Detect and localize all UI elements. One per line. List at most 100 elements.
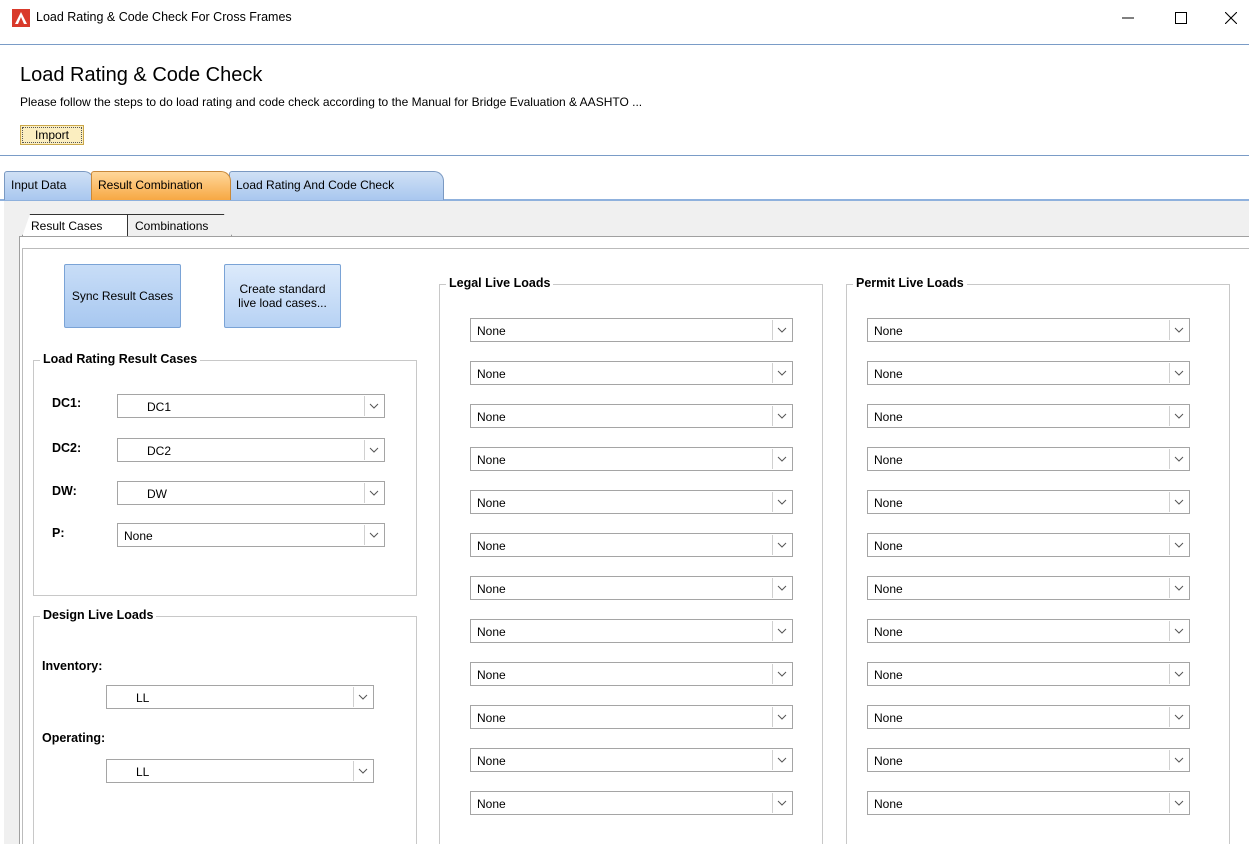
legal-live-load-select-6[interactable]: None: [470, 533, 793, 557]
chevron-down-icon: [772, 320, 791, 340]
permit-live-load-select-2[interactable]: None: [867, 361, 1190, 385]
permit-live-load-select-4[interactable]: None: [867, 447, 1190, 471]
page-title: Load Rating & Code Check: [20, 64, 263, 86]
chevron-down-icon: [1169, 664, 1188, 684]
close-button[interactable]: [1208, 4, 1249, 32]
legal-live-load-value: None: [477, 625, 506, 639]
load-rating-result-cases-title: Load Rating Result Cases: [40, 352, 201, 366]
chevron-down-icon: [1169, 406, 1188, 426]
permit-live-loads-title: Permit Live Loads: [853, 276, 967, 290]
permit-live-load-select-11[interactable]: None: [867, 748, 1190, 772]
permit-live-load-value: None: [874, 324, 903, 338]
permit-live-load-value: None: [874, 668, 903, 682]
permit-live-load-select-10[interactable]: None: [867, 705, 1190, 729]
permit-live-load-value: None: [874, 453, 903, 467]
chevron-down-icon: [1169, 449, 1188, 469]
legal-live-load-value: None: [477, 453, 506, 467]
chevron-down-icon: [1169, 793, 1188, 813]
legal-live-load-select-10[interactable]: None: [470, 705, 793, 729]
permit-live-load-select-7[interactable]: None: [867, 576, 1190, 600]
chevron-down-icon: [1169, 320, 1188, 340]
dc2-select[interactable]: DC2: [117, 438, 385, 462]
chevron-down-icon: [772, 492, 791, 512]
dc2-value: DC2: [147, 444, 172, 458]
operating-value: LL: [136, 765, 150, 779]
chevron-down-icon: [772, 535, 791, 555]
legal-live-load-select-9[interactable]: None: [470, 662, 793, 686]
permit-live-load-select-3[interactable]: None: [867, 404, 1190, 428]
chevron-down-icon: [772, 621, 791, 641]
subtab-result-cases[interactable]: Result Cases: [22, 214, 128, 237]
legal-live-load-select-7[interactable]: None: [470, 576, 793, 600]
maximize-button[interactable]: [1158, 4, 1204, 32]
create-standard-live-load-cases-button[interactable]: Create standard live load cases...: [224, 264, 341, 328]
permit-live-load-select-6[interactable]: None: [867, 533, 1190, 557]
legal-live-load-value: None: [477, 711, 506, 725]
legal-live-loads-title: Legal Live Loads: [446, 276, 554, 290]
window-title: Load Rating & Code Check For Cross Frame…: [36, 10, 292, 24]
design-live-loads-group: Design Live Loads: [33, 608, 417, 844]
legal-live-load-value: None: [477, 539, 506, 553]
permit-live-load-select-1[interactable]: None: [867, 318, 1190, 342]
legal-live-load-value: None: [477, 754, 506, 768]
permit-live-load-value: None: [874, 582, 903, 596]
permit-live-load-value: None: [874, 797, 903, 811]
legal-live-load-select-3[interactable]: None: [470, 404, 793, 428]
permit-live-load-select-5[interactable]: None: [867, 490, 1190, 514]
maximize-icon: [1175, 12, 1187, 24]
legal-live-load-value: None: [477, 582, 506, 596]
permit-live-load-select-9[interactable]: None: [867, 662, 1190, 686]
legal-live-load-select-1[interactable]: None: [470, 318, 793, 342]
permit-live-load-value: None: [874, 367, 903, 381]
chevron-down-icon: [364, 396, 383, 416]
page-description: Please follow the steps to do load ratin…: [20, 95, 643, 109]
legal-live-load-select-12[interactable]: None: [470, 791, 793, 815]
minimize-icon: [1122, 17, 1134, 19]
chevron-down-icon: [1169, 578, 1188, 598]
p-select[interactable]: None: [117, 523, 385, 547]
dc1-select[interactable]: DC1: [117, 394, 385, 418]
permit-live-load-value: None: [874, 711, 903, 725]
chevron-down-icon: [1169, 363, 1188, 383]
legal-live-load-value: None: [477, 496, 506, 510]
chevron-down-icon: [1169, 707, 1188, 727]
dc1-value: DC1: [147, 400, 172, 414]
chevron-down-icon: [772, 750, 791, 770]
legal-live-load-select-8[interactable]: None: [470, 619, 793, 643]
dw-select[interactable]: DW: [117, 481, 385, 505]
dc2-label: DC2:: [52, 441, 82, 455]
chevron-down-icon: [364, 525, 383, 545]
legal-live-load-select-11[interactable]: None: [470, 748, 793, 772]
chevron-down-icon: [364, 483, 383, 503]
tab-result-combination[interactable]: Result Combination: [91, 171, 231, 200]
chevron-down-icon: [772, 664, 791, 684]
legal-live-load-value: None: [477, 668, 506, 682]
inventory-value: LL: [136, 691, 150, 705]
legal-live-load-select-2[interactable]: None: [470, 361, 793, 385]
tab-load-rating-and-code-check[interactable]: Load Rating And Code Check: [229, 171, 444, 200]
tab-input-data[interactable]: Input Data: [4, 171, 94, 200]
permit-live-load-select-8[interactable]: None: [867, 619, 1190, 643]
inventory-label: Inventory:: [42, 659, 103, 673]
permit-live-load-value: None: [874, 410, 903, 424]
chevron-down-icon: [364, 440, 383, 460]
import-button[interactable]: Import: [20, 125, 84, 145]
chevron-down-icon: [1169, 492, 1188, 512]
legal-live-load-select-4[interactable]: None: [470, 447, 793, 471]
permit-live-load-value: None: [874, 539, 903, 553]
legal-live-load-select-5[interactable]: None: [470, 490, 793, 514]
chevron-down-icon: [353, 761, 372, 781]
chevron-down-icon: [772, 406, 791, 426]
minimize-button[interactable]: [1105, 4, 1151, 32]
permit-live-load-select-12[interactable]: None: [867, 791, 1190, 815]
design-live-loads-title: Design Live Loads: [40, 608, 157, 622]
subtab-combinations[interactable]: Combinations: [126, 214, 232, 237]
inventory-select[interactable]: LL: [106, 685, 374, 709]
close-icon: [1225, 12, 1237, 24]
chevron-down-icon: [772, 707, 791, 727]
operating-select[interactable]: LL: [106, 759, 374, 783]
legal-live-load-value: None: [477, 797, 506, 811]
chevron-down-icon: [772, 793, 791, 813]
dw-value: DW: [147, 487, 167, 501]
sync-result-cases-button[interactable]: Sync Result Cases: [64, 264, 181, 328]
